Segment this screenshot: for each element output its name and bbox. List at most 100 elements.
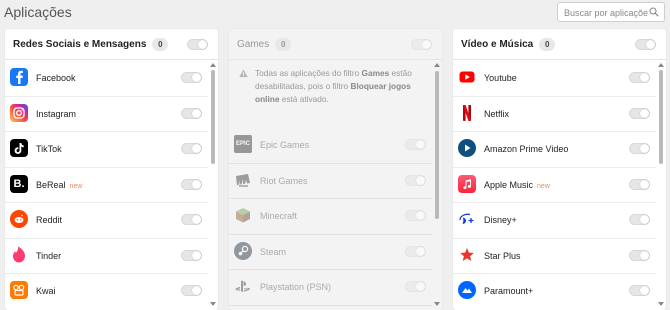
count-badge: 0 [539,38,556,51]
app-list: Youtube Netflix Amazon Prime Video Apple… [453,61,656,310]
app-name: Epic Games [260,140,310,150]
scroll-up-icon[interactable] [434,63,440,67]
list-item: Amazon Prime Video [453,132,656,168]
panel-games: Games 0 Todas as aplicações do filtro Gam… [229,29,442,310]
playstation-icon [234,277,252,295]
toggle-playstation [405,281,426,292]
search-box[interactable] [557,2,665,22]
toggle-all-games [411,39,432,50]
app-list: EPIC Epic Games Riot Games Minecraft Ste… [229,128,432,306]
list-item: Tinder [5,239,208,274]
bereal-icon: B. [10,174,28,193]
warning-icon [239,69,248,78]
toggle-kwai[interactable] [181,285,202,296]
count-badge: 0 [152,38,169,51]
scrollbar[interactable] [434,63,440,306]
notice-filter: Games [361,68,390,78]
app-name: Riot Games [260,175,308,186]
toggle-steam [405,245,426,257]
scrollbar[interactable] [210,63,216,306]
list-item: Disney+ [453,203,656,239]
prime-video-icon [458,139,476,157]
toggle-facebook[interactable] [181,72,202,83]
panel-title: Redes Sociais e Mensagens 0 [13,38,169,51]
toggle-prime-video[interactable] [629,143,650,154]
app-name: Youtube [484,73,517,83]
toggle-tiktok[interactable] [181,143,202,154]
app-name: Netflix [484,108,510,119]
list-item: Facebook [5,61,208,97]
toggle-youtube[interactable] [629,72,650,83]
panel-title-text: Games [237,39,270,50]
toggle-star-plus[interactable] [629,249,650,261]
panel-title: Games 0 [237,38,292,51]
app-name: Instagram [36,108,77,119]
notice-text: está ativado. [279,94,329,104]
search-input[interactable] [558,4,648,22]
scroll-thumb[interactable] [435,71,439,219]
app-name: Playstation (PSN) [260,282,332,292]
list-item: Youtube [453,61,656,97]
panel-video-music: Vídeo e Música 0 Youtube Netflix Amazon P… [453,29,666,310]
list-item: B. BeReal new [5,168,208,203]
list-item: Kwai [5,274,208,310]
netflix-icon [458,104,476,122]
panel-title-text: Redes Sociais e Mensagens [13,39,147,50]
toggle-reddit[interactable] [181,214,202,225]
list-item: Steam [229,235,432,270]
tiktok-icon [10,139,28,157]
search-icon[interactable] [649,7,659,17]
panel-social: Redes Sociais e Mensagens 0 Facebook Inst… [5,29,218,310]
app-name: BeReal new [36,180,82,190]
app-name: Amazon Prime Video [484,144,569,154]
list-item: Minecraft [229,199,432,235]
scroll-down-icon[interactable] [434,302,440,306]
facebook-icon [10,68,28,86]
scroll-up-icon[interactable] [658,63,664,67]
scroll-thumb[interactable] [211,70,215,164]
count-badge: 0 [275,38,292,51]
list-item: Playstation (PSN) [229,270,432,306]
app-list: Facebook Instagram TikTok B. BeRealnew [5,61,208,310]
list-item: Instagram [5,97,208,132]
star-plus-icon [458,246,476,264]
scrollbar[interactable] [658,63,664,306]
toggle-apple-music[interactable] [629,178,650,190]
app-name: Minecraft [260,211,298,221]
scroll-thumb[interactable] [659,70,663,164]
app-name: Star Plus [484,250,521,261]
toggle-instagram[interactable] [181,107,202,119]
list-item: Paramount+ [453,274,656,310]
new-badge: new [69,182,83,190]
list-item: Apple Music new [453,168,656,203]
toggle-netflix[interactable] [629,107,650,119]
toggle-all-video[interactable] [635,39,656,50]
toggle-all-social[interactable] [187,39,208,50]
riot-games-icon [234,171,252,189]
toggle-tinder[interactable] [181,249,202,261]
panel-header: Games 0 [229,29,442,60]
app-name: Tinder [36,250,62,261]
app-name-text: Apple Music [484,179,534,190]
epic-games-icon: EPIC [234,135,252,153]
toggle-minecraft [405,210,426,221]
disabled-notice: Todas as aplicações do filtro Games estã… [237,67,427,106]
panel-title: Vídeo e Música 0 [461,38,556,51]
scroll-down-icon[interactable] [658,302,664,306]
steam-icon [234,241,252,260]
panel-header: Vídeo e Música 0 [453,29,666,60]
scroll-down-icon[interactable] [210,302,216,306]
app-name: Steam [260,246,287,257]
app-name: Kwai [36,286,56,296]
page-title: Aplicações [4,4,72,20]
toggle-epic-games [405,139,426,150]
toggle-bereal[interactable] [181,178,202,190]
toggle-paramount-plus[interactable] [629,285,650,296]
list-item: Netflix [453,97,656,132]
scroll-up-icon[interactable] [210,63,216,67]
toggle-disney-plus[interactable] [629,214,650,225]
tinder-icon [10,246,28,264]
kwai-icon [10,281,28,299]
app-name: Apple Music new [484,180,550,190]
list-item: EPIC Epic Games [229,128,432,164]
